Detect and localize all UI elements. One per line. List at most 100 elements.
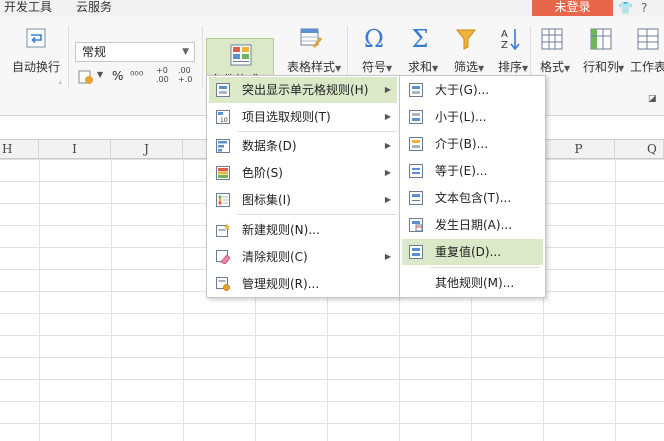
menu-item-color-scales[interactable]: 色阶(S) ▶ [209, 160, 397, 186]
chevron-down-icon[interactable]: ▼ [564, 64, 570, 73]
menu-divider [237, 131, 397, 132]
highlight-cells-icon [216, 83, 230, 97]
submenu-item-duplicate-values[interactable]: 重复值(D)... [402, 239, 543, 265]
menu-item-label: 突出显示单元格规则(H) [242, 83, 369, 97]
omega-icon: Ω [364, 25, 384, 53]
table-style-icon [300, 28, 323, 48]
chevron-down-icon[interactable]: ▼ [386, 64, 392, 73]
column-header-q[interactable]: Q [615, 140, 664, 159]
skin-icon[interactable]: 👕 [618, 1, 633, 15]
conditional-format-menu: 突出显示单元格规则(H) ▶ 10 项目选取规则(T) ▶ 数据条(D) ▶ 色… [206, 75, 400, 298]
menu-item-label: 图标集(I) [242, 193, 291, 207]
equal-to-icon [409, 164, 423, 178]
wrap-text-label: 自动换行 [11, 60, 60, 74]
submenu-item-greater-than[interactable]: 大于(G)... [402, 77, 543, 103]
greater-than-icon [409, 83, 423, 97]
chevron-down-icon: ▼ [182, 47, 189, 57]
divider [202, 26, 203, 88]
menu-item-data-bars[interactable]: 数据条(D) ▶ [209, 133, 397, 159]
submenu-item-label: 其他规则(M)... [435, 276, 515, 290]
submenu-item-text-contains[interactable]: 文本包含(T)... [402, 185, 543, 211]
table-style-label: 表格样式 [286, 60, 335, 74]
submenu-arrow-icon: ▶ [384, 85, 391, 94]
collapse-ribbon-icon[interactable]: ◪ [648, 94, 657, 104]
menu-item-new-rule[interactable]: 新建规则(N)... [209, 217, 397, 243]
submenu-item-label: 发生日期(A)... [435, 218, 513, 232]
chevron-down-icon[interactable]: ▼ [618, 64, 624, 73]
number-format-value: 常规 [82, 45, 107, 59]
submenu-item-label: 文本包含(T)... [435, 191, 512, 205]
svg-text:10: 10 [220, 117, 228, 124]
sigma-icon: Σ [411, 25, 429, 53]
table-style-button[interactable]: 表格样式 [279, 26, 343, 75]
submenu-arrow-icon: ▶ [384, 141, 391, 150]
percent-button[interactable]: % [112, 69, 123, 83]
help-icon[interactable]: ? [641, 1, 647, 15]
top-ten-icon: 10 [216, 110, 230, 124]
submenu-item-label: 重复值(D)... [435, 245, 502, 259]
submenu-item-less-than[interactable]: 小于(L)... [402, 104, 543, 130]
worksheet-button[interactable]: 工作表 [630, 26, 664, 75]
chevron-down-icon[interactable]: ▼ [432, 64, 438, 73]
submenu-item-more-rules[interactable]: 其他规则(M)... [402, 270, 543, 296]
divider [68, 26, 69, 88]
submenu-item-label: 小于(L)... [435, 110, 487, 124]
submenu-item-label: 介于(B)... [435, 137, 489, 151]
submenu-item-equal-to[interactable]: 等于(E)... [402, 158, 543, 184]
new-rule-icon [216, 223, 230, 237]
submenu-item-date-occurring[interactable]: 发生日期(A)... [402, 212, 543, 238]
rows-columns-icon [590, 28, 612, 50]
wrap-text-icon [26, 28, 46, 48]
chevron-down-icon[interactable]: ▼ [97, 70, 103, 79]
menu-item-label: 色阶(S) [242, 166, 283, 180]
worksheet-label: 工作表 [630, 60, 664, 74]
column-header-i[interactable]: I [39, 140, 111, 159]
tab-cloud-service[interactable]: 云服务 [76, 0, 112, 16]
format-icon [541, 28, 563, 50]
icon-sets-icon [216, 193, 230, 207]
menu-item-clear-rules[interactable]: 清除规则(C) ▶ [209, 244, 397, 270]
top-menu-bar: 开发工具 云服务 未登录 👕 ? [0, 0, 664, 16]
login-button[interactable]: 未登录 [532, 0, 613, 16]
conditional-format-icon [230, 44, 252, 66]
tab-developer-tools[interactable]: 开发工具 [4, 0, 52, 16]
wrap-text-button[interactable]: 自动换行 [8, 26, 64, 75]
data-bars-icon [216, 139, 230, 153]
thousands-separator-button[interactable]: ⁰⁰⁰ [130, 69, 143, 82]
number-format-select[interactable]: 常规 ▼ [75, 42, 195, 62]
menu-item-top-bottom-rules[interactable]: 10 项目选取规则(T) ▶ [209, 104, 397, 130]
menu-item-label: 清除规则(C) [242, 250, 308, 264]
submenu-item-label: 大于(G)... [435, 83, 490, 97]
chevron-down-icon[interactable]: ▼ [478, 64, 484, 73]
menu-item-label: 项目选取规则(T) [242, 110, 331, 124]
menu-item-label: 管理规则(R)... [242, 277, 320, 291]
highlight-rules-submenu: 大于(G)... 小于(L)... 介于(B)... 等于(E)... 文本包含… [399, 75, 546, 298]
menu-item-manage-rules[interactable]: 管理规则(R)... [209, 271, 397, 297]
submenu-arrow-icon: ▶ [384, 168, 391, 177]
submenu-item-label: 等于(E)... [435, 164, 488, 178]
column-header-p[interactable]: P [543, 140, 615, 159]
manage-rules-icon [216, 277, 230, 291]
menu-item-label: 新建规则(N)... [242, 223, 320, 237]
between-icon [409, 137, 423, 151]
submenu-item-between[interactable]: 介于(B)... [402, 131, 543, 157]
menu-item-highlight-rules[interactable]: 突出显示单元格规则(H) ▶ [209, 77, 397, 103]
increase-decimal-button[interactable]: +0.00 [156, 66, 169, 84]
decrease-decimal-button[interactable]: .00 +.0 [178, 66, 192, 84]
chevron-down-icon[interactable]: ▼ [522, 64, 528, 73]
currency-icon[interactable] [78, 69, 94, 85]
expand-icon[interactable]: ⌟ [58, 76, 62, 85]
submenu-arrow-icon: ▶ [384, 112, 391, 121]
number-format-tools: ▼ % ⁰⁰⁰ +0.00 .00 +.0 [78, 66, 198, 88]
filter-icon [455, 29, 477, 50]
worksheet-icon [637, 28, 659, 50]
menu-divider [430, 267, 540, 268]
submenu-arrow-icon: ▶ [384, 252, 391, 261]
chevron-down-icon[interactable]: ▼ [335, 64, 341, 73]
column-header-j[interactable]: J [111, 140, 183, 159]
color-scales-icon [216, 166, 230, 180]
menu-item-icon-sets[interactable]: 图标集(I) ▶ [209, 187, 397, 213]
text-contains-icon [409, 191, 423, 205]
sort-icon: A Z [501, 29, 520, 51]
column-header-h[interactable]: H [0, 140, 39, 159]
